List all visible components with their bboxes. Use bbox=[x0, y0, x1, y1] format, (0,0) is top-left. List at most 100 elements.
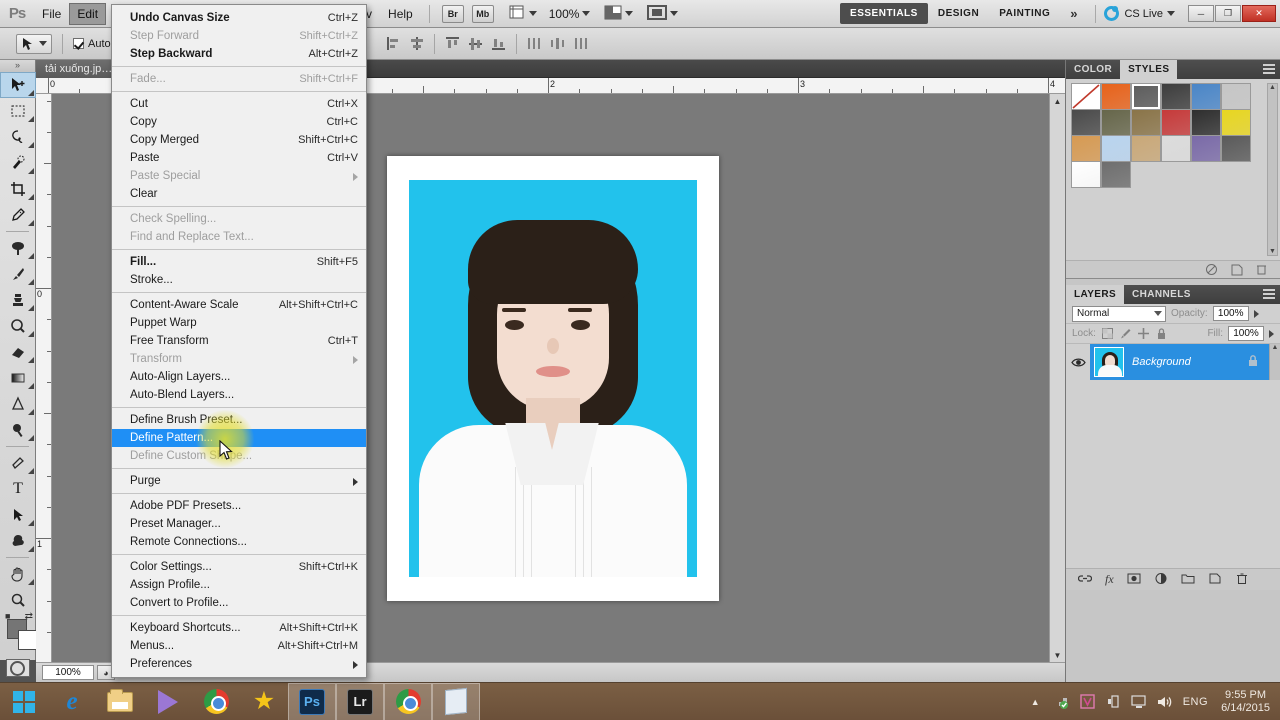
workspace-design[interactable]: DESIGN bbox=[928, 3, 989, 24]
dodge-tool[interactable] bbox=[0, 417, 36, 443]
launch-bridge-button[interactable]: Br bbox=[442, 5, 464, 23]
blur-tool[interactable] bbox=[0, 391, 36, 417]
lock-image-pixels-icon[interactable] bbox=[1119, 327, 1132, 340]
workspace-essentials[interactable]: ESSENTIALS bbox=[840, 3, 928, 24]
style-swatch[interactable] bbox=[1101, 109, 1131, 136]
blend-mode-select[interactable]: Normal bbox=[1072, 306, 1166, 322]
minimize-button[interactable]: ─ bbox=[1188, 5, 1214, 22]
lock-position-icon[interactable] bbox=[1137, 327, 1150, 340]
spot-healing-brush-tool[interactable] bbox=[0, 235, 36, 261]
lasso-tool[interactable] bbox=[0, 124, 36, 150]
menu-item-stroke[interactable]: Stroke... bbox=[112, 271, 366, 289]
clock[interactable]: 9:55 PM 6/14/2015 bbox=[1217, 689, 1270, 715]
layer-row-background[interactable]: Background ▲ bbox=[1066, 344, 1280, 380]
arrange-chevron-down-icon[interactable] bbox=[625, 11, 633, 16]
menu-item-remote-connections[interactable]: Remote Connections... bbox=[112, 533, 366, 551]
history-brush-tool[interactable] bbox=[0, 313, 36, 339]
launch-mini-bridge-button[interactable]: Mb bbox=[472, 5, 494, 23]
close-button[interactable]: ✕ bbox=[1242, 5, 1276, 22]
menu-item-transform[interactable]: Transform bbox=[112, 350, 366, 368]
style-swatch[interactable] bbox=[1161, 135, 1191, 162]
menu-item-keyboard-shortcuts[interactable]: Keyboard Shortcuts...Alt+Shift+Ctrl+K bbox=[112, 619, 366, 637]
taskbar-chrome[interactable] bbox=[192, 683, 240, 720]
menu-item-find-and-replace-text[interactable]: Find and Replace Text... bbox=[112, 228, 366, 246]
style-swatch[interactable] bbox=[1221, 109, 1251, 136]
taskbar-favorites[interactable]: ★ bbox=[240, 683, 288, 720]
document-tab[interactable]: tải xuống.jp… bbox=[36, 60, 122, 78]
canvas-vertical-scrollbar[interactable]: ▲ ▼ bbox=[1049, 94, 1065, 662]
volume-icon[interactable] bbox=[1157, 693, 1174, 710]
menu-item-puppet-warp[interactable]: Puppet Warp bbox=[112, 314, 366, 332]
display-icon[interactable] bbox=[1131, 693, 1148, 710]
taskbar-document-window[interactable] bbox=[432, 683, 480, 720]
show-hidden-icons-icon[interactable]: ▲ bbox=[1027, 693, 1044, 710]
tools-panel-collapse-handle[interactable] bbox=[0, 60, 35, 72]
lock-all-icon[interactable] bbox=[1155, 327, 1168, 340]
style-swatch[interactable] bbox=[1071, 135, 1101, 162]
style-swatch[interactable] bbox=[1221, 135, 1251, 162]
start-button[interactable] bbox=[0, 683, 48, 720]
fill-chevron-icon[interactable] bbox=[1269, 330, 1274, 338]
distribute-right-edges-icon[interactable] bbox=[572, 35, 589, 52]
move-tool[interactable] bbox=[0, 72, 36, 98]
style-swatch[interactable] bbox=[1131, 83, 1161, 110]
background-color-swatch[interactable] bbox=[18, 630, 38, 650]
taskbar-internet-explorer[interactable]: e bbox=[48, 683, 96, 720]
arrange-documents-icon[interactable] bbox=[604, 5, 622, 23]
opacity-chevron-icon[interactable] bbox=[1254, 310, 1259, 318]
new-group-icon[interactable] bbox=[1181, 572, 1195, 588]
taskbar-messenger[interactable] bbox=[144, 683, 192, 720]
new-layer-icon[interactable] bbox=[1208, 572, 1222, 588]
style-swatch[interactable] bbox=[1161, 109, 1191, 136]
tab-styles[interactable]: STYLES bbox=[1120, 60, 1177, 79]
document-canvas[interactable] bbox=[387, 156, 719, 601]
menu-item-clear[interactable]: Clear bbox=[112, 185, 366, 203]
menu-item-auto-blend-layers[interactable]: Auto-Blend Layers... bbox=[112, 386, 366, 404]
brush-tool[interactable] bbox=[0, 261, 36, 287]
language-indicator[interactable]: ENG bbox=[1183, 696, 1208, 708]
menu-item-purge[interactable]: Purge bbox=[112, 472, 366, 490]
screen-mode-chevron-down-icon[interactable] bbox=[670, 11, 678, 16]
menu-item-copy-merged[interactable]: Copy MergedShift+Ctrl+C bbox=[112, 131, 366, 149]
layers-panel-menu-icon[interactable] bbox=[1263, 289, 1275, 299]
menu-item-step-backward[interactable]: Step BackwardAlt+Ctrl+Z bbox=[112, 45, 366, 63]
scroll-down-arrow-icon[interactable]: ▼ bbox=[1050, 648, 1065, 662]
layer-name-label[interactable]: Background bbox=[1124, 356, 1247, 368]
menu-item-paste[interactable]: PasteCtrl+V bbox=[112, 149, 366, 167]
delete-layer-icon[interactable] bbox=[1235, 572, 1249, 588]
styles-panel-menu-icon[interactable] bbox=[1263, 64, 1275, 74]
menu-item-paste-special[interactable]: Paste Special bbox=[112, 167, 366, 185]
path-selection-tool[interactable] bbox=[0, 502, 36, 528]
antivirus-icon[interactable] bbox=[1079, 693, 1096, 710]
cs-live-chevron-down-icon[interactable] bbox=[1167, 11, 1175, 16]
style-swatch[interactable] bbox=[1191, 83, 1221, 110]
menu-item-step-forward[interactable]: Step ForwardShift+Ctrl+Z bbox=[112, 27, 366, 45]
style-swatch[interactable] bbox=[1191, 109, 1221, 136]
menu-item-copy[interactable]: CopyCtrl+C bbox=[112, 113, 366, 131]
styles-swatch-grid[interactable] bbox=[1066, 79, 1280, 187]
style-swatch[interactable] bbox=[1221, 83, 1251, 110]
distribute-left-edges-icon[interactable] bbox=[526, 35, 543, 52]
eraser-tool[interactable] bbox=[0, 339, 36, 365]
gradient-tool[interactable] bbox=[0, 365, 36, 391]
hand-tool[interactable] bbox=[0, 561, 36, 587]
style-swatch[interactable] bbox=[1131, 135, 1161, 162]
menu-item-fade[interactable]: Fade...Shift+Ctrl+F bbox=[112, 70, 366, 88]
workspace-painting[interactable]: PAINTING bbox=[989, 3, 1060, 24]
styles-panel-scrollbar[interactable]: ▲ ▼ bbox=[1267, 83, 1278, 256]
layer-mask-icon[interactable] bbox=[1127, 572, 1141, 588]
link-layers-icon[interactable] bbox=[1078, 572, 1092, 588]
align-vertical-centers-icon[interactable] bbox=[467, 35, 484, 52]
menu-item-define-custom-shape[interactable]: Define Custom Shape... bbox=[112, 447, 366, 465]
style-swatch[interactable] bbox=[1101, 83, 1131, 110]
pen-tool[interactable] bbox=[0, 450, 36, 476]
zoom-tool[interactable] bbox=[0, 587, 36, 613]
adjustment-layer-icon[interactable] bbox=[1154, 572, 1168, 588]
zoom-percent-field[interactable]: 100% bbox=[42, 665, 94, 680]
taskbar-photoshop[interactable]: Ps bbox=[288, 683, 336, 720]
menu-item-undo-canvas-size[interactable]: Undo Canvas SizeCtrl+Z bbox=[112, 9, 366, 27]
rectangular-marquee-tool[interactable] bbox=[0, 98, 36, 124]
menu-item-adobe-pdf-presets[interactable]: Adobe PDF Presets... bbox=[112, 497, 366, 515]
layer-thumbnail[interactable] bbox=[1094, 347, 1124, 377]
taskbar-chrome-window[interactable] bbox=[384, 683, 432, 720]
